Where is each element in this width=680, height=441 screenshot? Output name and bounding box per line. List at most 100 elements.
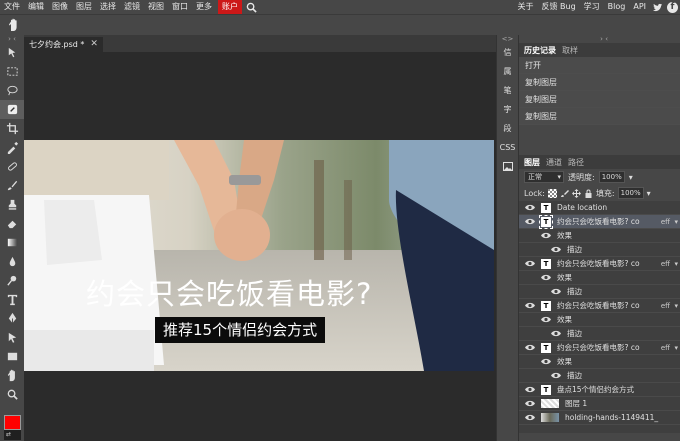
properties-panel-button[interactable]: 属 — [497, 62, 518, 81]
menu-layer[interactable]: 图层 — [72, 0, 96, 14]
layer-effect-row[interactable]: 效果 — [519, 229, 680, 243]
tab-layers[interactable]: 图层 — [524, 157, 540, 168]
close-icon[interactable]: ✕ — [90, 37, 98, 52]
layer-effect-row[interactable]: 描边 — [519, 243, 680, 257]
clone-stamp-tool-icon[interactable] — [0, 195, 24, 214]
history-item[interactable]: 复制图层 — [519, 91, 680, 108]
layer-row[interactable]: T 约会只会吃饭看电影? co eff ▾ — [519, 341, 680, 355]
blend-mode-select[interactable]: 正常 — [524, 171, 564, 183]
visibility-eye-icon[interactable] — [525, 400, 535, 408]
info-panel-button[interactable]: 信 — [497, 43, 518, 62]
layer-effects-expand-icon[interactable]: ▾ — [674, 260, 678, 268]
lock-transparency-icon[interactable] — [547, 188, 557, 198]
menu-api[interactable]: API — [629, 0, 650, 14]
path-selection-tool-icon[interactable] — [0, 328, 24, 347]
marquee-tool-icon[interactable] — [0, 62, 24, 81]
menu-about[interactable]: 关于 — [513, 0, 537, 14]
character-panel-button[interactable]: 字 — [497, 100, 518, 119]
visibility-eye-icon[interactable] — [525, 302, 535, 310]
lock-move-icon[interactable] — [571, 188, 581, 198]
fill-dropdown-icon[interactable]: ▾ — [647, 189, 651, 198]
history-item[interactable]: 复制图层 — [519, 74, 680, 91]
rectangle-tool-icon[interactable] — [0, 347, 24, 366]
menu-edit[interactable]: 编辑 — [24, 0, 48, 14]
layer-effects-expand-icon[interactable]: ▾ — [674, 302, 678, 310]
eyedropper-tool-icon[interactable] — [0, 138, 24, 157]
layer-row[interactable]: T 约会只会吃饭看电影? co eff ▾ — [519, 299, 680, 313]
hand-tool-icon[interactable] — [0, 366, 24, 385]
layer-row[interactable]: T Date location — [519, 201, 680, 215]
visibility-eye-icon[interactable] — [541, 316, 551, 324]
paragraph-panel-button[interactable]: 段 — [497, 119, 518, 138]
facebook-icon[interactable]: f — [667, 1, 678, 13]
menu-filter[interactable]: 滤镜 — [120, 0, 144, 14]
layer-effects-badge[interactable]: eff — [661, 260, 670, 268]
history-item[interactable]: 打开 — [519, 57, 680, 74]
visibility-eye-icon[interactable] — [551, 246, 561, 254]
layer-effects-expand-icon[interactable]: ▾ — [674, 344, 678, 352]
visibility-eye-icon[interactable] — [525, 204, 535, 212]
layer-effects-badge[interactable]: eff — [661, 302, 670, 310]
twitter-icon[interactable] — [652, 2, 663, 13]
opacity-dropdown-icon[interactable]: ▾ — [629, 173, 633, 182]
layer-row[interactable]: T 盘点15个情侣约会方式 — [519, 383, 680, 397]
document-tab[interactable]: 七夕约会.psd * ✕ — [24, 37, 103, 52]
healing-brush-tool-icon[interactable] — [0, 157, 24, 176]
menu-more[interactable]: 更多 — [192, 0, 216, 14]
layer-row[interactable]: T 约会只会吃饭看电影? co eff ▾ — [519, 257, 680, 271]
visibility-eye-icon[interactable] — [541, 358, 551, 366]
visibility-eye-icon[interactable] — [541, 232, 551, 240]
fill-input[interactable]: 100% — [617, 187, 644, 199]
blur-tool-icon[interactable] — [0, 252, 24, 271]
layer-row[interactable]: T 约会只会吃饭看电影? co eff ▾ — [519, 214, 680, 229]
menu-file[interactable]: 文件 — [0, 0, 24, 14]
search-icon[interactable] — [244, 0, 258, 14]
tab-channels[interactable]: 通道 — [546, 157, 562, 168]
lock-all-icon[interactable] — [584, 189, 593, 198]
visibility-eye-icon[interactable] — [525, 260, 535, 268]
lasso-tool-icon[interactable] — [0, 81, 24, 100]
layer-effects-badge[interactable]: eff — [661, 344, 670, 352]
hand-tool-option-icon[interactable] — [7, 18, 21, 32]
background-color-swatch[interactable]: ⇄ — [4, 430, 21, 440]
visibility-eye-icon[interactable] — [551, 288, 561, 296]
document-canvas-image[interactable]: 约会只会吃饭看电影? 推荐15个情侣约会方式 — [24, 140, 494, 371]
layer-effect-row[interactable]: 效果 — [519, 271, 680, 285]
layer-row[interactable]: 图层 1 — [519, 397, 680, 411]
zoom-tool-icon[interactable] — [0, 385, 24, 404]
visibility-eye-icon[interactable] — [551, 330, 561, 338]
dodge-tool-icon[interactable] — [0, 271, 24, 290]
layer-effect-row[interactable]: 描边 — [519, 285, 680, 299]
menu-blog[interactable]: Blog — [604, 0, 630, 14]
panel-column-collapse-toggle[interactable]: <> — [497, 35, 518, 43]
tab-paths[interactable]: 路径 — [568, 157, 584, 168]
move-tool-icon[interactable] — [0, 43, 24, 62]
layer-effects-expand-icon[interactable]: ▾ — [674, 218, 678, 226]
layer-effect-row[interactable]: 描边 — [519, 369, 680, 383]
visibility-eye-icon[interactable] — [541, 274, 551, 282]
opacity-input[interactable]: 100% — [598, 171, 625, 183]
brush-tool-icon[interactable] — [0, 176, 24, 195]
layer-effect-row[interactable]: 效果 — [519, 313, 680, 327]
menu-learn[interactable]: 学习 — [580, 0, 604, 14]
gradient-tool-icon[interactable] — [0, 233, 24, 252]
crop-tool-icon[interactable] — [0, 119, 24, 138]
layer-effect-row[interactable]: 描边 — [519, 327, 680, 341]
brush-panel-button[interactable]: 笔 — [497, 81, 518, 100]
history-item[interactable]: 复制图层 — [519, 108, 680, 125]
visibility-eye-icon[interactable] — [525, 218, 535, 226]
pen-tool-icon[interactable] — [0, 309, 24, 328]
tab-history[interactable]: 历史记录 — [524, 45, 556, 56]
visibility-eye-icon[interactable] — [551, 372, 561, 380]
lock-paint-icon[interactable] — [560, 189, 569, 198]
layer-row[interactable]: holding-hands-1149411_ — [519, 411, 680, 425]
menu-window[interactable]: 窗口 — [168, 0, 192, 14]
menu-image[interactable]: 图像 — [48, 0, 72, 14]
layer-effects-badge[interactable]: eff — [661, 218, 670, 226]
eraser-tool-icon[interactable] — [0, 214, 24, 233]
menu-bug-report[interactable]: 反馈 Bug — [537, 0, 579, 14]
menu-view[interactable]: 视图 — [144, 0, 168, 14]
foreground-color-swatch[interactable] — [4, 415, 21, 430]
tab-swatches[interactable]: 取样 — [562, 45, 578, 56]
css-panel-button[interactable]: CSS — [497, 138, 518, 157]
